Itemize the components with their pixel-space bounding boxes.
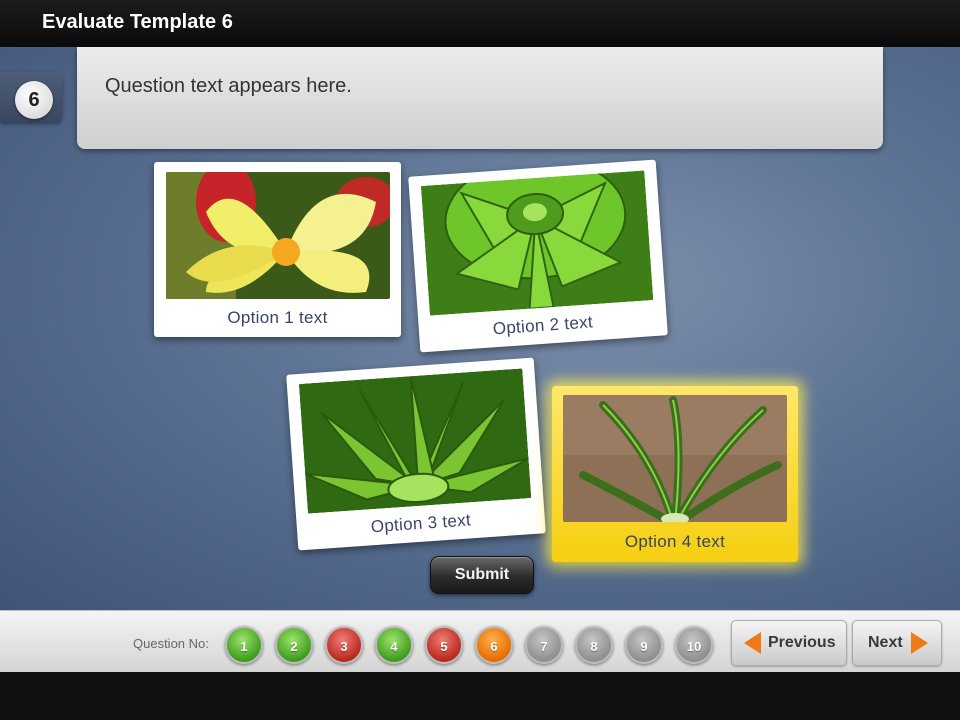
question-nav-6[interactable]: 6 (475, 626, 513, 664)
option-card-4[interactable]: Option 4 text (552, 386, 798, 562)
option-card-2[interactable]: Option 2 text (408, 159, 668, 353)
question-number-badge: 6 (15, 81, 53, 119)
question-nav-4[interactable]: 4 (375, 626, 413, 664)
submit-button[interactable]: Submit (430, 556, 534, 594)
footer-strip (0, 672, 960, 720)
question-nav-1[interactable]: 1 (225, 626, 263, 664)
question-nav-3[interactable]: 3 (325, 626, 363, 664)
question-nav-2[interactable]: 2 (275, 626, 313, 664)
question-no-label: Question No: (133, 636, 209, 651)
title-bar: Evaluate Template 6 (0, 0, 960, 47)
option-card-1[interactable]: Option 1 text (154, 162, 401, 337)
option-card-3[interactable]: Option 3 text (286, 357, 546, 551)
question-nav-5[interactable]: 5 (425, 626, 463, 664)
question-nav-7[interactable]: 7 (525, 626, 563, 664)
question-nav-8[interactable]: 8 (575, 626, 613, 664)
previous-button-label: Previous (768, 634, 836, 651)
page-title: Evaluate Template 6 (42, 11, 233, 33)
option-2-image-succulent (420, 170, 654, 316)
previous-button[interactable]: Previous (731, 620, 847, 666)
right-arrow-icon (911, 632, 928, 654)
question-nav-9[interactable]: 9 (625, 626, 663, 664)
option-3-image-succulent (298, 368, 532, 514)
option-1-image-flower (166, 172, 390, 299)
option-4-label: Option 4 text (624, 532, 726, 551)
next-button[interactable]: Next (852, 620, 942, 666)
question-nav-10[interactable]: 10 (675, 626, 713, 664)
left-arrow-icon (744, 632, 761, 654)
option-4-image-plant (563, 395, 787, 522)
question-navigation-bar: Question No: 1 2 3 4 5 6 7 8 9 10 Previo… (0, 610, 960, 673)
question-text: Question text appears here. (105, 75, 352, 97)
question-panel: Question text appears here. (77, 47, 883, 149)
option-1-label: Option 1 text (227, 308, 328, 327)
next-button-label: Next (868, 634, 903, 651)
